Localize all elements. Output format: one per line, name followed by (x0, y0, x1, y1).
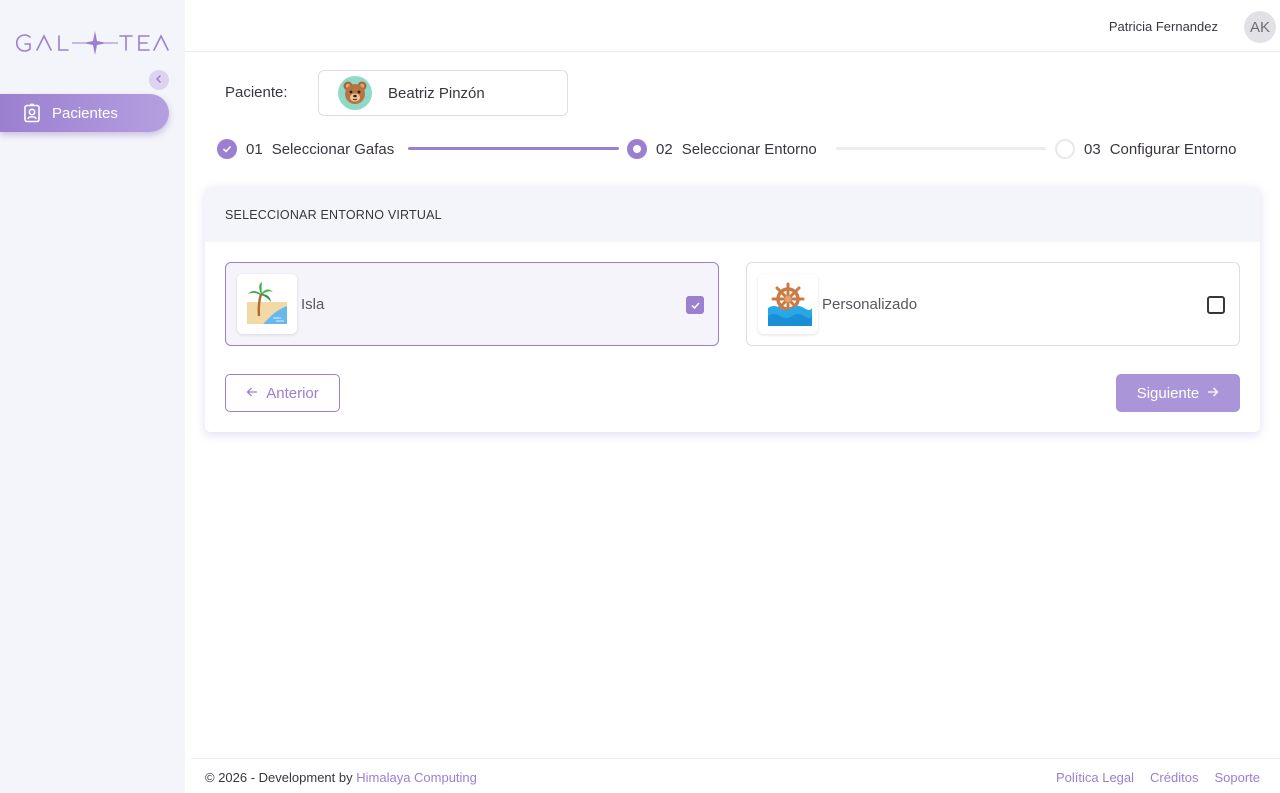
step-2[interactable]: 02 Seleccionar Entorno (627, 138, 817, 160)
footer-link-legal[interactable]: Política Legal (1056, 770, 1134, 785)
checkbox-checked[interactable] (686, 296, 704, 314)
step-number: 03 (1084, 140, 1101, 158)
island-icon (237, 274, 297, 334)
step-label: Configurar Entorno (1109, 140, 1237, 158)
footer: © 2026 - Development by Himalaya Computi… (191, 758, 1280, 793)
chevron-left-icon (154, 71, 164, 89)
step-label: Seleccionar Entorno (681, 140, 817, 158)
step-1[interactable]: 01 Seleccionar Gafas (217, 138, 394, 160)
step-connector-pending (836, 147, 1046, 150)
step-number: 02 (656, 140, 673, 158)
patient-label: Paciente: (225, 84, 288, 101)
copyright-text: © 2026 - Development by (205, 770, 353, 785)
company-link[interactable]: Himalaya Computing (356, 770, 477, 785)
user-avatar[interactable]: AK (1244, 11, 1276, 43)
footer-link-credits[interactable]: Créditos (1150, 770, 1198, 785)
sidebar-item-pacientes[interactable]: Pacientes (0, 94, 169, 132)
galatea-logo[interactable] (15, 30, 170, 56)
step-number: 01 (246, 140, 263, 158)
active-step-icon (627, 139, 647, 159)
check-circle-icon (217, 139, 237, 159)
ship-wheel-icon (758, 274, 818, 334)
arrow-right-icon (1207, 385, 1219, 402)
sidebar-item-label: Pacientes (52, 104, 118, 122)
user-name: Patricia Fernandez (1108, 19, 1218, 34)
card-title: SELECCIONAR ENTORNO VIRTUAL (205, 187, 1260, 242)
copyright: © 2026 - Development by Himalaya Computi… (205, 770, 477, 785)
top-header: Patricia Fernandez AK (185, 0, 1280, 52)
sidebar-collapse-button[interactable] (149, 70, 169, 90)
checkbox-unchecked[interactable] (1207, 296, 1225, 314)
patient-selector[interactable]: Beatriz Pinzón (318, 70, 568, 116)
arrow-left-icon (246, 385, 258, 402)
step-connector-done (408, 147, 619, 150)
environment-label: Isla (301, 295, 325, 313)
next-button[interactable]: Siguiente (1116, 374, 1240, 412)
previous-button[interactable]: Anterior (225, 374, 340, 412)
next-button-label: Siguiente (1136, 384, 1200, 402)
environment-label: Personalizado (822, 295, 918, 313)
previous-button-label: Anterior (266, 384, 319, 402)
environment-option-isla[interactable]: Isla (225, 262, 719, 346)
environment-option-personalizado[interactable]: Personalizado (746, 262, 1240, 346)
bear-icon (338, 76, 372, 110)
patient-badge-icon (22, 103, 42, 123)
patient-name: Beatriz Pinzón (388, 84, 485, 102)
sidebar: Pacientes (0, 0, 185, 793)
environment-card: SELECCIONAR ENTORNO VIRTUAL Isla Persona… (205, 187, 1260, 432)
footer-links: Política Legal Créditos Soporte (1056, 770, 1260, 785)
footer-link-support[interactable]: Soporte (1214, 770, 1260, 785)
step-3[interactable]: 03 Configurar Entorno (1055, 138, 1236, 160)
pending-step-icon (1055, 139, 1075, 159)
step-label: Seleccionar Gafas (271, 140, 395, 158)
